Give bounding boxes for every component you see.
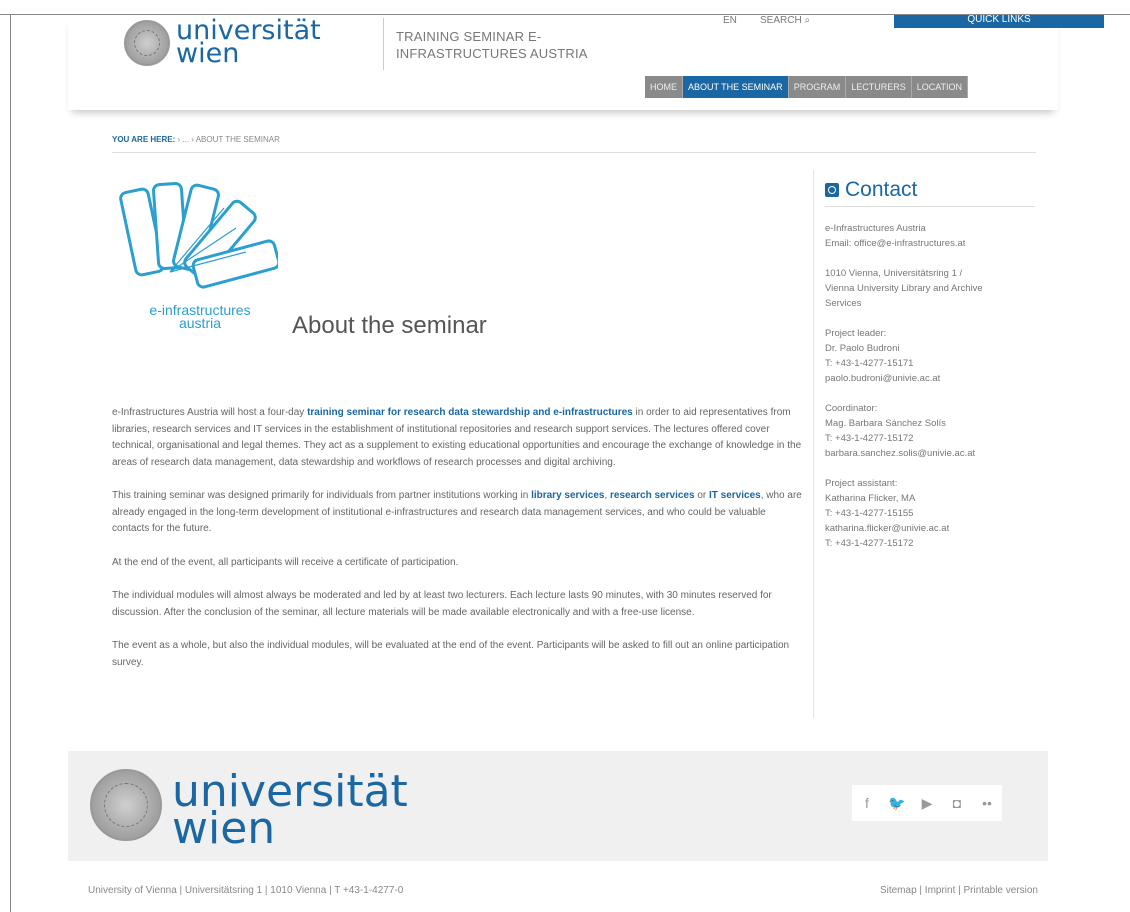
training-seminar-link[interactable]: training seminar for research data stewa…: [307, 407, 633, 418]
org-name: e-Infrastructures Austria: [825, 223, 926, 234]
research-services-link[interactable]: research services: [610, 490, 695, 501]
nav-home[interactable]: HOME: [645, 76, 683, 98]
quick-links-label: QUICK LINKS: [967, 14, 1031, 25]
contact-block-address: 1010 Vienna, Universitätsring 1 / Vienna…: [825, 266, 1035, 311]
main-navigation: HOME ABOUT THE SEMINAR PROGRAM LECTURERS…: [645, 76, 969, 98]
paragraph-3: At the end of the event, all participant…: [112, 556, 459, 568]
quick-links-button[interactable]: QUICK LINKS: [894, 15, 1104, 28]
search-label: SEARCH: [760, 15, 802, 26]
breadcrumb-prefix: YOU ARE HERE:: [112, 135, 176, 144]
contact-block-coordinator: Coordinator: Mag. Barbara Sánchez Solís …: [825, 401, 1035, 461]
nav-about-the-seminar[interactable]: ABOUT THE SEMINAR: [683, 76, 789, 98]
footer-links[interactable]: Sitemap | Imprint | Printable version: [880, 885, 1038, 896]
sidebar-divider: [813, 170, 814, 718]
contact-heading: Contact: [825, 178, 917, 202]
p2-text-a: This training seminar was designed prima…: [112, 490, 532, 501]
leader-label: Project leader:: [825, 328, 887, 339]
youtube-icon[interactable]: ▶: [912, 785, 942, 821]
site-title[interactable]: TRAINING SEMINAR E-INFRASTRUCTURES AUSTR…: [396, 28, 636, 62]
paragraph-2: This training seminar was designed prima…: [112, 488, 802, 538]
facebook-icon[interactable]: f: [852, 785, 882, 821]
nav-location[interactable]: LOCATION: [911, 76, 969, 98]
paragraph-4: The individual modules will almost alway…: [112, 590, 772, 618]
footer-seal-icon: [90, 769, 162, 841]
logo-text-line2: austria: [178, 315, 222, 331]
p2-or: or: [694, 490, 709, 501]
footer-address: University of Vienna | Universitätsring …: [88, 885, 404, 896]
coordinator-name: Mag. Barbara Sánchez Solís: [825, 418, 946, 429]
main-content: e-Infrastructures Austria will host a fo…: [112, 405, 802, 688]
contact-block-org: e-Infrastructures Austria Email: office@…: [825, 221, 1035, 251]
paragraph-1: e-Infrastructures Austria will host a fo…: [112, 405, 802, 471]
it-services-link[interactable]: IT services: [709, 490, 761, 501]
address-line-3: Services: [825, 298, 862, 309]
leader-phone: T: +43-1-4277-15171: [825, 358, 914, 369]
search-link[interactable]: SEARCH ⌕: [760, 15, 810, 26]
contact-block-assistant: Project assistant: Katharina Flicker, MA…: [825, 476, 1035, 551]
seminar-logo-icon: [119, 182, 278, 289]
flickr-icon[interactable]: ••: [972, 785, 1002, 821]
language-switch[interactable]: EN: [723, 15, 737, 26]
contact-divider: [825, 206, 1035, 207]
assistant-name: Katharina Flicker, MA: [825, 493, 916, 504]
assistant-label: Project assistant:: [825, 478, 898, 489]
coordinator-label: Coordinator:: [825, 403, 878, 414]
coordinator-email[interactable]: barbara.sanchez.solis@univie.ac.at: [825, 446, 1035, 461]
page-title: About the seminar: [292, 312, 487, 339]
contact-title: Contact: [845, 178, 918, 201]
seminar-logo-text: e-infrastructures austria: [120, 303, 280, 331]
leader-email[interactable]: paolo.budroni@univie.ac.at: [825, 371, 1035, 386]
search-icon: ⌕: [804, 15, 811, 26]
org-email[interactable]: Email: office@e-infrastructures.at: [825, 236, 1035, 251]
assistant-phone: T: +43-1-4277-15155: [825, 508, 914, 519]
contact-block-leader: Project leader: Dr. Paolo Budroni T: +43…: [825, 326, 1035, 386]
coordinator-phone: T: +43-1-4277-15172: [825, 433, 914, 444]
breadcrumb-trail[interactable]: › ... › ABOUT THE SEMINAR: [175, 135, 279, 144]
university-logo-link[interactable]: universität wien: [176, 17, 321, 69]
assistant-phone-2: T: +43-1-4277-15172: [825, 538, 914, 549]
p1-text-a: e-Infrastructures Austria will host a fo…: [112, 407, 308, 418]
nav-lecturers[interactable]: LECTURERS: [846, 76, 912, 98]
header-separator: [383, 18, 384, 70]
library-services-link[interactable]: library services: [531, 490, 604, 501]
nav-program[interactable]: PROGRAM: [788, 76, 847, 98]
breadcrumb: YOU ARE HERE: › ... › ABOUT THE SEMINAR: [112, 135, 280, 144]
frame-left-border: [10, 14, 11, 912]
contact-details: e-Infrastructures Austria Email: office@…: [825, 221, 1035, 566]
contact-icon: [825, 183, 839, 197]
footer-logo-link[interactable]: universität wien: [172, 769, 408, 851]
paragraph-5: The event as a whole, but also the indiv…: [112, 640, 790, 668]
address-line-1: 1010 Vienna, Universitätsring 1 /: [825, 268, 963, 279]
logo-line2: wien: [176, 37, 240, 69]
address-line-2: Vienna University Library and Archive: [825, 283, 983, 294]
leader-name: Dr. Paolo Budroni: [825, 343, 900, 354]
twitter-icon[interactable]: 🐦: [882, 785, 912, 821]
social-links: f 🐦 ▶ ◘ ••: [852, 785, 1002, 821]
assistant-email[interactable]: katharina.flicker@univie.ac.at: [825, 521, 1035, 536]
breadcrumb-divider: [112, 152, 1036, 153]
instagram-icon[interactable]: ◘: [942, 785, 972, 821]
university-seal-icon: [124, 20, 170, 66]
